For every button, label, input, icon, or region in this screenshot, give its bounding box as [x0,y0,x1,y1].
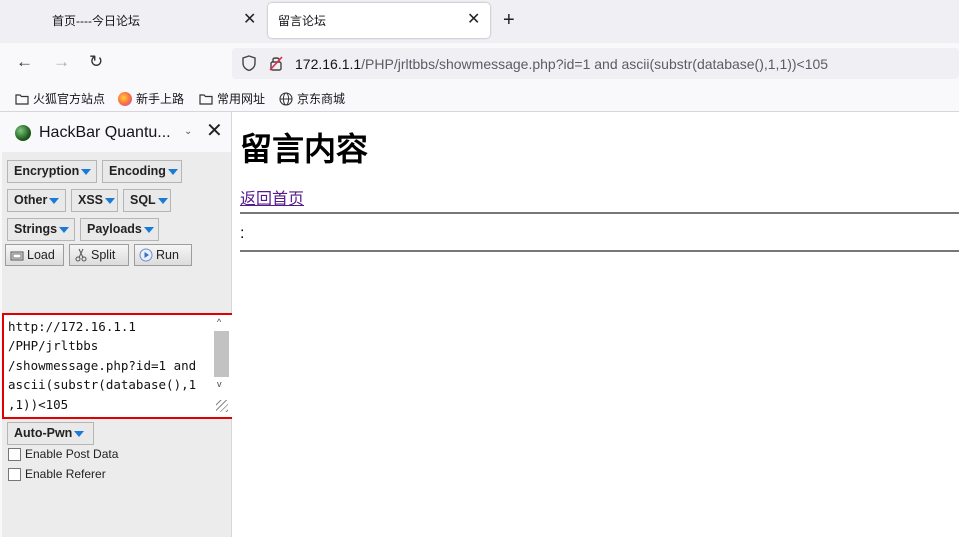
play-icon [139,248,153,262]
new-tab-icon[interactable]: + [503,10,515,30]
bookmark-getting-started[interactable]: 新手上路 [118,90,184,107]
dropdown-arrow-icon [143,226,154,233]
folder-icon [15,93,29,105]
url-textarea-highlight: http://172.16.1.1 /PHP/jrltbbs /showmess… [2,313,236,419]
page-content: 留言内容 返回首页 : [232,112,959,537]
scissors-icon [75,248,87,262]
bookmark-label: 火狐官方站点 [33,92,106,106]
load-url-button[interactable]: Load [5,244,64,266]
bookmark-jd-mall[interactable]: 京东商城 [279,90,345,107]
auto-pwn-menu[interactable]: Auto-Pwn [7,422,94,445]
tab-message-board[interactable]: 留言论坛 ✕ [268,3,490,38]
firefox-icon [118,91,132,106]
insecure-lock-icon[interactable] [269,55,283,71]
url-textarea[interactable]: http://172.16.1.1 /PHP/jrltbbs /showmess… [8,317,212,414]
bookmark-label: 常用网址 [217,92,266,106]
hackbar-sidebar: HackBar Quantu... ⌄ ✕ Encryption Encodin… [0,112,236,537]
message-content: : [240,225,245,242]
navigation-bar: ← → ↻ 172.16.1.1/PHP/jrltbbs/showmessage… [0,43,959,84]
hackbar-panel: Encryption Encoding Other XSS SQL String… [2,152,236,537]
close-icon[interactable]: ✕ [467,12,480,28]
scrollbar-thumb[interactable] [214,331,229,377]
chevron-down-icon[interactable]: ⌄ [184,126,192,137]
referer-checkbox[interactable] [8,467,21,481]
sidebar-title[interactable]: HackBar Quantu... [39,124,171,142]
strings-menu[interactable]: Strings [7,218,75,241]
divider [240,250,959,252]
close-icon[interactable]: ✕ [206,121,223,141]
tab-home[interactable]: 首页----今日论坛 ✕ [0,0,265,40]
forward-arrow-icon[interactable]: → [53,53,70,70]
menu-label: Encryption [14,164,80,178]
menu-label: Payloads [87,222,142,236]
checkbox-label: Enable Referer [25,467,106,481]
tab-label: 留言论坛 [278,14,327,28]
back-arrow-icon[interactable]: ← [16,53,33,70]
scroll-up-icon[interactable]: ^ [217,317,221,327]
dropdown-arrow-icon [157,197,168,204]
bookmark-common-sites[interactable]: 常用网址 [199,90,265,107]
back-to-home-link[interactable]: 返回首页 [240,185,304,209]
encoding-menu[interactable]: Encoding [102,160,182,183]
bookmark-firefox-site[interactable]: 火狐官方站点 [15,90,105,107]
bookmarks-bar: 火狐官方站点 新手上路 常用网址 京东商城 [0,84,959,112]
tab-strip: 首页----今日论坛 ✕ 留言论坛 ✕ + [0,0,959,43]
folder-icon [199,93,213,105]
run-button[interactable]: Run [134,244,192,266]
button-label: Split [91,248,116,262]
menu-label: Encoding [109,164,166,178]
other-menu[interactable]: Other [7,189,66,212]
menu-label: XSS [78,193,104,207]
page-title: 留言内容 [240,130,369,168]
dropdown-arrow-icon [49,197,60,204]
enable-referer-option[interactable]: Enable Referer [8,467,106,481]
tab-label: 首页----今日论坛 [52,13,140,28]
shield-icon[interactable] [242,55,256,71]
dropdown-arrow-icon [59,226,70,233]
bookmark-label: 京东商城 [297,92,346,106]
url-host: 172.16.1.1 [295,56,362,72]
divider [240,212,959,214]
reload-icon[interactable]: ↻ [89,53,103,70]
scroll-down-icon[interactable]: v [217,379,222,389]
globe-icon [279,91,293,106]
button-label: Load [27,248,55,262]
post-data-checkbox[interactable] [8,447,21,461]
resize-handle[interactable] [216,400,228,412]
menu-label: Other [14,193,48,207]
dropdown-arrow-icon [81,168,92,175]
split-url-button[interactable]: Split [69,244,129,266]
encryption-menu[interactable]: Encryption [7,160,97,183]
dropdown-arrow-icon [105,197,116,204]
close-icon[interactable]: ✕ [243,12,256,28]
hackbar-logo-icon [15,125,31,141]
menu-label: Auto-Pwn [14,426,73,440]
button-label: Run [156,248,179,262]
checkbox-label: Enable Post Data [25,447,119,461]
enable-post-data-option[interactable]: Enable Post Data [8,447,118,461]
dropdown-arrow-icon [167,168,178,175]
sidebar-header: HackBar Quantu... ⌄ ✕ [0,112,231,152]
url-path: /PHP/jrltbbs/showmessage.php?id=1 and as… [361,56,829,72]
xss-menu[interactable]: XSS [71,189,118,212]
dropdown-arrow-icon [74,430,85,437]
menu-label: Strings [14,222,58,236]
url-text[interactable]: 172.16.1.1/PHP/jrltbbs/showmessage.php?i… [295,56,828,72]
sql-menu[interactable]: SQL [123,189,171,212]
payloads-menu[interactable]: Payloads [80,218,159,241]
bookmark-label: 新手上路 [136,92,185,106]
address-bar[interactable]: 172.16.1.1/PHP/jrltbbs/showmessage.php?i… [232,48,959,79]
load-icon [10,251,24,261]
menu-label: SQL [130,193,156,207]
